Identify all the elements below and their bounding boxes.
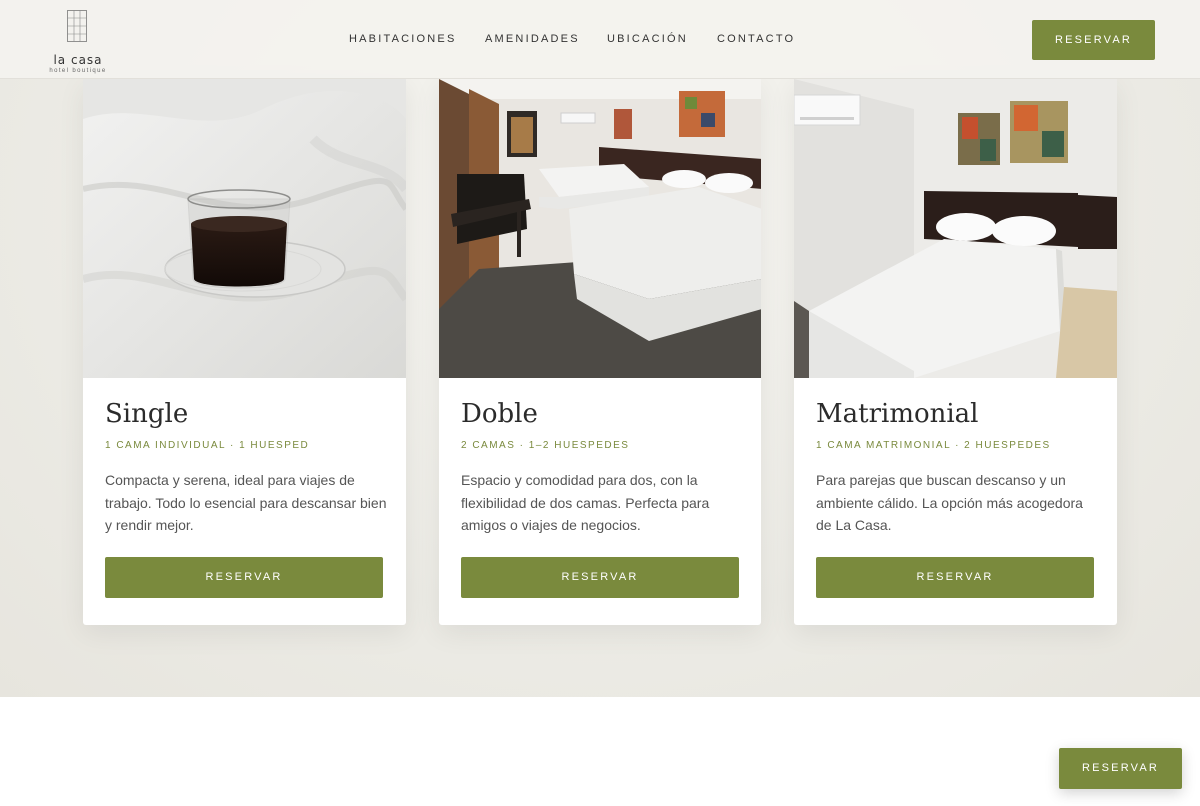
room-meta: 1 CAMA MATRIMONIAL · 2 HUESPEDES xyxy=(816,440,1051,451)
room-title: Doble xyxy=(461,399,538,429)
room-description: Compacta y serena, ideal para viajes de … xyxy=(105,472,387,533)
reserve-doble-button[interactable]: RESERVAR xyxy=(461,557,739,598)
brand-tagline: hotel boutique xyxy=(49,68,107,74)
nav-link-ubicacion[interactable]: UBICACIÓN xyxy=(607,33,688,45)
room-photo-single xyxy=(83,79,406,378)
nav-link-contacto[interactable]: CONTACTO xyxy=(717,33,795,45)
room-card-single: Single 1 CAMA INDIVIDUAL · 1 HUESPED Com… xyxy=(83,79,406,625)
main-nav: HABITACIONES AMENIDADES UBICACIÓN CONTAC… xyxy=(0,33,1200,47)
room-photo-doble xyxy=(439,79,761,378)
nav-link-habitaciones[interactable]: HABITACIONES xyxy=(349,33,457,45)
site-header: la casa hotel boutique HABITACIONES AMEN… xyxy=(0,0,1200,79)
floating-reserve-button[interactable]: RESERVAR xyxy=(1059,748,1182,789)
room-title: Matrimonial xyxy=(816,399,979,429)
reserve-matrimonial-button[interactable]: RESERVAR xyxy=(816,557,1094,598)
brand-name: la casa xyxy=(53,53,103,67)
nav-link-amenidades[interactable]: AMENIDADES xyxy=(485,33,580,45)
room-description: Espacio y comodidad para dos, con la fle… xyxy=(461,472,710,533)
reserve-single-button[interactable]: RESERVAR xyxy=(105,557,383,598)
room-photo-matrimonial xyxy=(794,79,1117,378)
next-section-band xyxy=(0,697,1200,806)
room-meta: 1 CAMA INDIVIDUAL · 1 HUESPED xyxy=(105,440,310,451)
header-reserve-button[interactable]: RESERVAR xyxy=(1032,20,1155,60)
room-title: Single xyxy=(105,399,189,429)
room-meta: 2 CAMAS · 1–2 HUESPEDES xyxy=(461,440,630,451)
room-description: Para parejas que buscan descanso y un am… xyxy=(816,472,1083,533)
room-card-matrimonial: Matrimonial 1 CAMA MATRIMONIAL · 2 HUESP… xyxy=(794,79,1117,625)
room-card-doble: Doble 2 CAMAS · 1–2 HUESPEDES Espacio y … xyxy=(439,79,761,625)
